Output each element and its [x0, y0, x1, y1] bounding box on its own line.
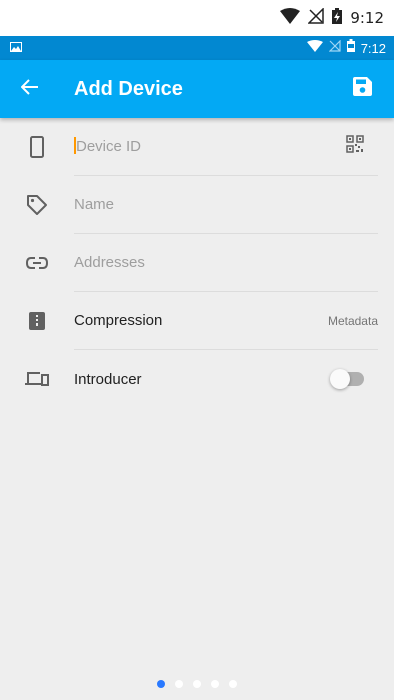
save-icon: [352, 77, 372, 101]
device-form: Device ID Name Addresses Compression Met…: [0, 118, 394, 408]
page-dot[interactable]: [193, 680, 201, 688]
no-sim-icon: [307, 6, 325, 29]
device-id-row: Device ID: [0, 118, 394, 176]
page-dot[interactable]: [157, 680, 165, 688]
system-clock: 9:12: [350, 9, 384, 27]
name-input[interactable]: Name: [74, 196, 378, 213]
page-title: Add Device: [74, 77, 183, 100]
text-cursor: [74, 137, 76, 154]
tag-icon: [0, 194, 74, 216]
zip-box-icon: [0, 312, 74, 330]
wifi-icon: [280, 7, 301, 29]
device-status-bar: 7:12: [0, 36, 394, 60]
introducer-row: Introducer: [0, 350, 394, 408]
arrow-left-icon: [20, 78, 39, 100]
battery-icon: [346, 39, 355, 57]
compression-label: Compression: [74, 312, 163, 329]
name-row: Name: [0, 176, 394, 234]
compression-value: Metadata: [327, 313, 378, 328]
devices-icon: [0, 371, 74, 387]
image-notification-icon: [10, 39, 22, 57]
system-status-bar: 9:12: [0, 0, 394, 36]
page-dot[interactable]: [211, 680, 219, 688]
page-dot[interactable]: [229, 680, 237, 688]
device-clock: 7:12: [360, 40, 386, 56]
no-sim-icon: [328, 39, 341, 57]
addresses-row: Addresses: [0, 234, 394, 292]
introducer-toggle[interactable]: [330, 369, 366, 389]
page-indicator: [0, 680, 394, 688]
introducer-label: Introducer: [74, 370, 142, 388]
back-button[interactable]: [2, 60, 58, 118]
phone-icon: [0, 136, 74, 158]
save-button[interactable]: [342, 69, 382, 109]
wifi-icon: [306, 39, 323, 57]
device-screen: 7:12 Add Device Device ID Name Addresses…: [0, 36, 394, 700]
app-bar: Add Device: [0, 60, 394, 118]
device-id-input[interactable]: Device ID: [76, 138, 346, 155]
page-dot[interactable]: [175, 680, 183, 688]
link-icon: [0, 257, 74, 269]
battery-charging-icon: [332, 7, 343, 29]
qr-code-icon[interactable]: [346, 135, 364, 158]
compression-row[interactable]: Compression Metadata: [0, 292, 394, 350]
addresses-input[interactable]: Addresses: [74, 254, 378, 271]
